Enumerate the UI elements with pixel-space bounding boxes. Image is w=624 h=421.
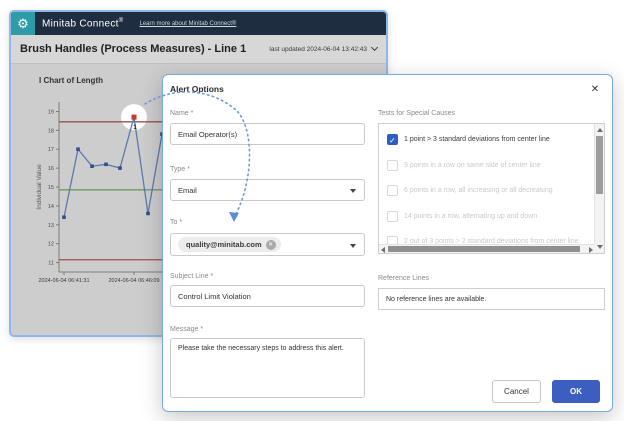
svg-text:16: 16: [48, 166, 54, 172]
vertical-scroll-thumb[interactable]: [596, 136, 603, 194]
svg-text:2024-06-04 06:41:31: 2024-06-04 06:41:31: [38, 278, 89, 284]
top-navbar: ⚙ Minitab Connect® Learn more about Mini…: [11, 12, 386, 35]
svg-text:Individual Value: Individual Value: [36, 164, 43, 210]
to-label: To *: [170, 219, 182, 226]
test-option-label: 14 points in a row, alternating up and d…: [404, 211, 584, 221]
test-option-label: 1 point > 3 standard deviations from cen…: [404, 134, 584, 144]
to-select[interactable]: quality@minitab.com ✕: [170, 233, 365, 256]
subject-input[interactable]: [170, 285, 365, 307]
type-label: Type *: [170, 166, 190, 173]
chevron-down-icon: [371, 44, 378, 51]
last-updated-text: last updated 2024-06-04 13:42:43: [269, 46, 367, 53]
test-option-1[interactable]: ✓ 1 point > 3 standard deviations from ce…: [379, 134, 584, 145]
message-label: Message *: [170, 326, 203, 333]
test-option-2: 9 points in a row on same side of center…: [379, 160, 584, 171]
reference-lines-empty-text: No reference lines are available.: [386, 296, 486, 303]
checkbox-icon: [387, 185, 398, 196]
scroll-right-icon[interactable]: [589, 247, 593, 253]
scroll-down-icon[interactable]: [597, 245, 603, 249]
last-updated-dropdown[interactable]: last updated 2024-06-04 13:42:43: [269, 46, 377, 53]
remove-recipient-icon[interactable]: ✕: [266, 240, 276, 250]
checkbox-checked-icon[interactable]: ✓: [387, 134, 398, 145]
message-textarea[interactable]: Please take the necessary steps to addre…: [170, 338, 365, 398]
test-option-4: 14 points in a row, alternating up and d…: [379, 211, 584, 222]
tests-label: Tests for Special Causes: [378, 110, 455, 117]
tests-listbox: ✓ 1 point > 3 standard deviations from ce…: [378, 123, 605, 254]
svg-text:13: 13: [48, 223, 54, 229]
dropdown-caret-icon: [350, 189, 356, 193]
recipient-email: quality@minitab.com: [186, 240, 262, 249]
sync-gear-icon: ⚙: [17, 17, 29, 30]
horizontal-scroll-thumb[interactable]: [388, 246, 580, 252]
name-input[interactable]: [170, 123, 365, 145]
svg-text:18: 18: [48, 128, 54, 134]
horizontal-scrollbar[interactable]: [379, 244, 595, 253]
svg-text:12: 12: [48, 242, 54, 248]
subject-label: Subject Line *: [170, 273, 213, 280]
alert-options-dialog: Alert Options ✕ Name * Type * Email To *…: [162, 74, 613, 412]
svg-text:15: 15: [48, 185, 54, 191]
test-option-label: 6 points in a row, all increasing or all…: [404, 185, 584, 195]
dialog-title: Alert Options: [170, 84, 224, 94]
learn-more-link[interactable]: Learn more about Minitab Connect®: [140, 21, 237, 27]
svg-text:11: 11: [48, 261, 54, 267]
recipient-chip: quality@minitab.com ✕: [178, 237, 281, 252]
reference-lines-label: Reference Lines: [378, 275, 429, 282]
brand-title: Minitab Connect®: [42, 18, 124, 29]
checkbox-icon: [387, 160, 398, 171]
type-select[interactable]: Email: [170, 179, 365, 201]
svg-text:14: 14: [48, 204, 54, 210]
scroll-up-icon[interactable]: [597, 128, 603, 132]
checkbox-icon: [387, 211, 398, 222]
svg-text:2024-06-04 06:46:09: 2024-06-04 06:46:09: [108, 278, 159, 284]
page: ⚙ Minitab Connect® Learn more about Mini…: [0, 0, 624, 421]
scroll-left-icon[interactable]: [381, 247, 385, 253]
svg-text:17: 17: [48, 147, 54, 153]
test-option-label: 9 points in a row on same side of center…: [404, 160, 584, 170]
vertical-scrollbar[interactable]: [594, 124, 604, 253]
close-icon[interactable]: ✕: [587, 81, 603, 97]
name-label: Name *: [170, 110, 193, 117]
minitab-connect-logo: ⚙: [11, 12, 35, 35]
type-value: Email: [178, 186, 197, 195]
test-option-3: 6 points in a row, all increasing or all…: [379, 185, 584, 196]
cancel-button[interactable]: Cancel: [492, 380, 541, 403]
dropdown-caret-icon: [350, 244, 356, 248]
page-titlebar: Brush Handles (Process Measures) - Line …: [11, 35, 386, 64]
svg-text:19: 19: [48, 109, 54, 115]
page-title: Brush Handles (Process Measures) - Line …: [20, 43, 246, 55]
reference-lines-box: No reference lines are available.: [378, 288, 605, 310]
ok-button[interactable]: OK: [552, 380, 600, 403]
